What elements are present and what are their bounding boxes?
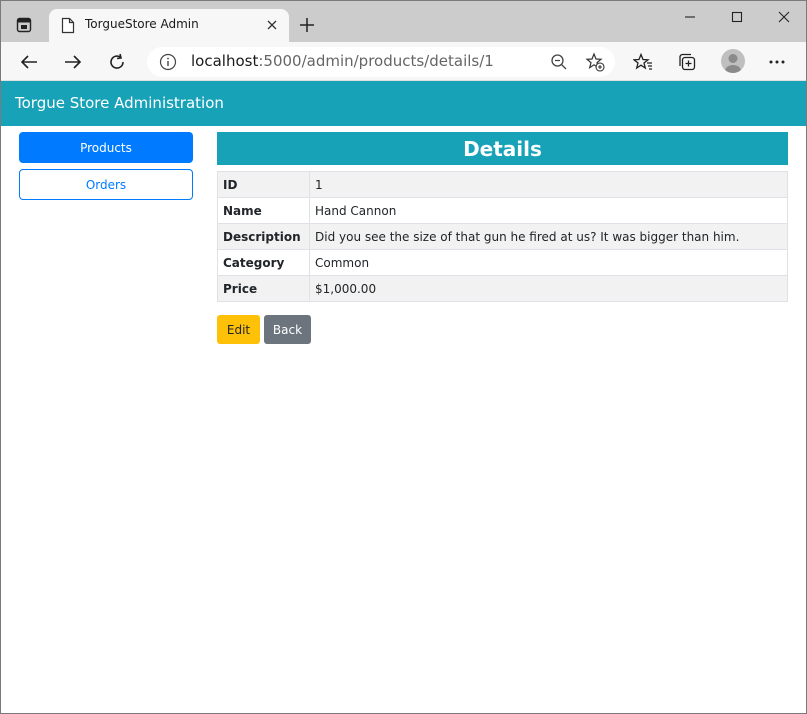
field-value: 1 — [309, 171, 788, 198]
table-row: Description Did you see the size of that… — [217, 223, 788, 250]
page-title: Details — [217, 132, 788, 165]
page-icon — [61, 17, 75, 34]
orders-button[interactable]: Orders — [19, 169, 193, 200]
forward-arrow-icon[interactable] — [59, 48, 87, 76]
field-value: Did you see the size of that gun he fire… — [309, 223, 788, 250]
page-content: Torgue Store Administration Products Ord… — [1, 81, 806, 713]
plus-icon[interactable] — [297, 15, 317, 35]
back-button[interactable]: Back — [264, 315, 311, 344]
close-window-icon[interactable] — [770, 7, 798, 27]
field-label: Price — [217, 275, 310, 302]
field-label: Description — [217, 223, 310, 250]
table-row: Name Hand Cannon — [217, 197, 788, 224]
back-arrow-icon[interactable] — [15, 48, 43, 76]
tab-title: TorgueStore Admin — [85, 17, 199, 31]
field-label: Name — [217, 197, 310, 224]
collections-icon[interactable] — [673, 48, 701, 76]
refresh-icon[interactable] — [103, 48, 131, 76]
browser-tab[interactable]: TorgueStore Admin — [49, 9, 289, 42]
browser-window: TorgueStore Admin localhost:5000/admin/p… — [0, 0, 807, 714]
url-host: localhost — [191, 52, 259, 70]
table-row: ID 1 — [217, 171, 788, 198]
url-text[interactable]: localhost:5000/admin/products/details/1 — [191, 52, 494, 70]
add-favorite-icon[interactable] — [585, 52, 605, 72]
tab-strip: TorgueStore Admin — [1, 1, 806, 42]
profile-avatar-icon[interactable] — [721, 49, 745, 73]
url-path: :5000/admin/products/details/1 — [258, 52, 494, 70]
field-label: ID — [217, 171, 310, 198]
app-brand: Torgue Store Administration — [15, 94, 224, 112]
info-icon[interactable] — [159, 53, 177, 71]
app-navbar: Torgue Store Administration — [1, 81, 806, 126]
details-table: ID 1 Name Hand Cannon Description Did yo… — [217, 171, 788, 302]
edit-button[interactable]: Edit — [217, 315, 260, 344]
products-button[interactable]: Products — [19, 132, 193, 163]
field-value: Common — [309, 249, 788, 276]
minimize-icon[interactable] — [676, 7, 704, 27]
table-row: Price $1,000.00 — [217, 275, 788, 302]
more-icon[interactable] — [763, 48, 791, 76]
zoom-out-icon[interactable] — [549, 52, 569, 72]
favorites-icon[interactable] — [629, 48, 657, 76]
field-label: Category — [217, 249, 310, 276]
maximize-icon[interactable] — [723, 7, 751, 27]
field-value: Hand Cannon — [309, 197, 788, 224]
browser-toolbar: localhost:5000/admin/products/details/1 — [1, 42, 806, 81]
field-value: $1,000.00 — [309, 275, 788, 302]
address-bar[interactable]: localhost:5000/admin/products/details/1 — [147, 47, 615, 77]
close-icon[interactable] — [263, 16, 281, 34]
table-row: Category Common — [217, 249, 788, 276]
window-menu-icon[interactable] — [13, 14, 35, 36]
